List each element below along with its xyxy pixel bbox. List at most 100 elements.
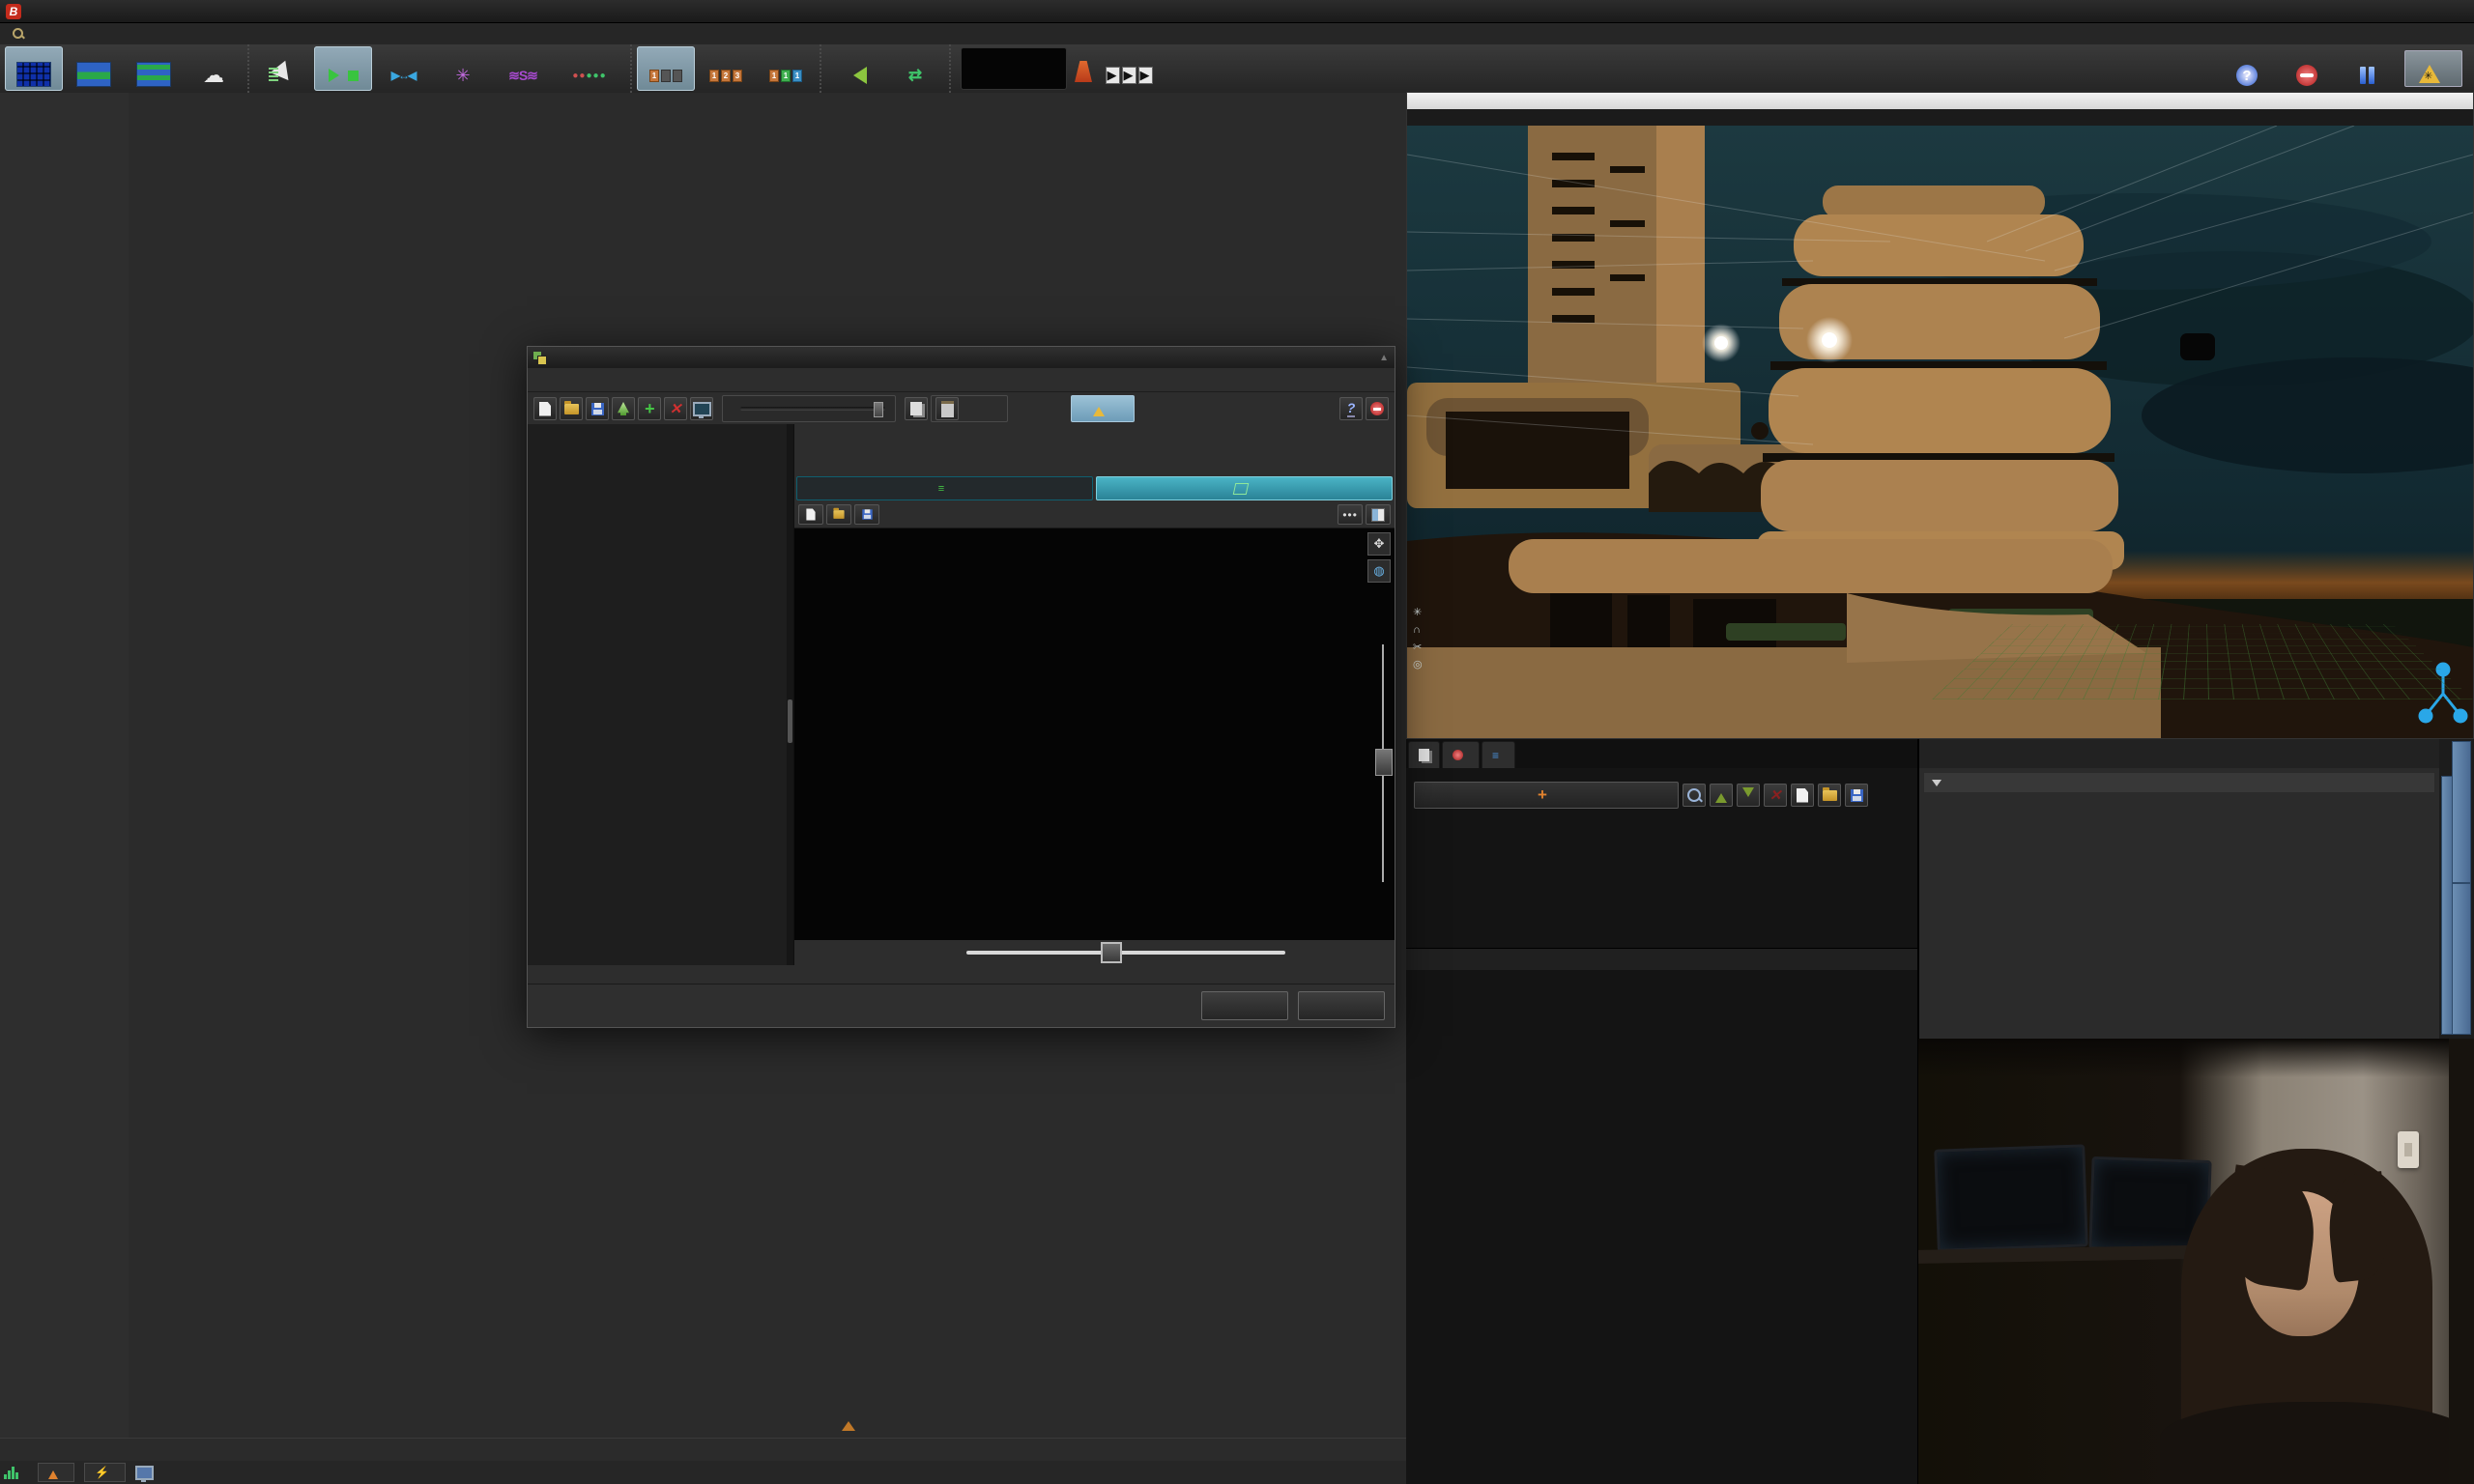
virtual-lj-icon: ▶▶▶ — [1112, 64, 1145, 87]
notification-center-tab[interactable] — [1442, 741, 1480, 768]
copy-page-button[interactable] — [1408, 741, 1440, 768]
zone-settings-pane: ≡ ••• — [794, 424, 1395, 965]
master-slider-outer[interactable] — [2452, 741, 2471, 1035]
copy-gc-button[interactable] — [905, 397, 928, 420]
free-form-mesh-button[interactable] — [1096, 476, 1393, 500]
groups-button[interactable]: 111 — [757, 46, 815, 91]
flash-solo-button[interactable]: ≋S≋ — [494, 46, 552, 91]
presenter-person — [2160, 1131, 2474, 1484]
playlist-mode-button[interactable] — [125, 46, 183, 91]
target-icon[interactable]: ◎ — [1413, 660, 1423, 671]
check-status-button[interactable] — [38, 1463, 74, 1482]
effect-actions-row: + ✕ — [1406, 780, 1917, 811]
restart-mode-button[interactable]: ▶↔◀ — [374, 46, 432, 91]
collapse-triangle-icon — [1932, 780, 1942, 791]
move-up-button[interactable] — [1710, 784, 1733, 807]
open-effect-button[interactable] — [1818, 784, 1841, 807]
warning-icon — [48, 1466, 58, 1479]
move-down-button[interactable] — [1737, 784, 1760, 807]
mesh-more-button[interactable]: ••• — [1338, 504, 1363, 525]
transition-button[interactable]: ●●●●● — [554, 46, 625, 91]
paste-gc-button[interactable] — [935, 397, 959, 420]
brightness-slider-handle[interactable] — [874, 402, 883, 417]
one-cue-icon: 1 — [649, 64, 682, 87]
lamp-icon[interactable]: ∩ — [1413, 625, 1423, 636]
fixture-tab[interactable]: ≡ — [1482, 741, 1515, 768]
blackout-button[interactable] — [2278, 46, 2336, 91]
project-view-titlebar[interactable] — [1407, 93, 2473, 109]
back-button[interactable] — [826, 46, 884, 91]
mesh-edit-canvas[interactable]: ✥ ◍ — [794, 528, 1395, 940]
universal-geometric-correction-button[interactable]: ≡ — [796, 476, 1093, 500]
select-tool-button[interactable] — [254, 46, 312, 91]
mesh-new-button[interactable] — [798, 504, 823, 525]
grid-mode-button[interactable] — [5, 46, 63, 91]
zoom-tool-icon[interactable]: ◍ — [1367, 559, 1391, 583]
cancel-button[interactable] — [1298, 991, 1385, 1020]
brightness-control[interactable] — [722, 395, 896, 422]
mesh-vertical-slider[interactable] — [1382, 644, 1384, 882]
disable-laser-output-button[interactable] — [2404, 50, 2462, 87]
playlist-icon — [136, 62, 171, 87]
mesh-save-button[interactable] — [854, 504, 879, 525]
app-logo-icon: B — [6, 4, 21, 19]
notification-icon — [1453, 750, 1463, 760]
dialog-footer — [528, 984, 1395, 1027]
mesh-slider-handle[interactable] — [1375, 749, 1393, 776]
new-effect-button[interactable] — [1791, 784, 1814, 807]
toggle-mode-button[interactable] — [314, 46, 372, 91]
metronome-icon[interactable] — [1075, 61, 1092, 82]
search-icon[interactable] — [12, 27, 25, 41]
mesh-zoom-row — [794, 940, 1395, 965]
zone-list-scrollbar[interactable] — [787, 424, 793, 965]
virtual-lj-button[interactable]: ▶▶▶ — [1097, 46, 1161, 91]
mesh-open-button[interactable] — [826, 504, 851, 525]
help-button[interactable]: ? — [2218, 46, 2276, 91]
timeline-mode-button[interactable] — [65, 46, 123, 91]
tcp-status-button[interactable]: ⚡ — [84, 1463, 126, 1482]
title-bar: B — [0, 0, 2474, 23]
show-it-now-button[interactable] — [1071, 395, 1135, 422]
brightness-slider[interactable] — [740, 407, 885, 411]
dialog-blackout-button[interactable] — [1366, 397, 1389, 420]
swap-button[interactable]: ⇄ — [886, 46, 944, 91]
multi-cue-button[interactable]: 123 — [697, 46, 755, 91]
dialog-help-button[interactable]: ? — [1339, 397, 1363, 420]
pause-icon — [2350, 64, 2383, 87]
export-zones-button[interactable] — [612, 397, 635, 420]
flash-mode-button[interactable]: ✳ — [434, 46, 492, 91]
delete-zone-button[interactable]: ✕ — [664, 397, 687, 420]
save-zones-button[interactable] — [586, 397, 609, 420]
bpm-display[interactable] — [961, 47, 1067, 90]
one-cue-button[interactable]: 1 — [637, 46, 695, 91]
limiters-section-header[interactable] — [1923, 772, 2435, 793]
dialog-toolbar: + ✕ ? — [528, 392, 1395, 426]
timeline-icon — [76, 62, 111, 87]
dialog-pin-icon[interactable]: ▲ — [1379, 353, 1389, 363]
ok-button[interactable] — [1201, 991, 1288, 1020]
pause-button[interactable] — [2338, 46, 2396, 91]
add-zone-button[interactable]: + — [638, 397, 661, 420]
save-effect-button[interactable] — [1845, 784, 1868, 807]
delete-effect-button[interactable]: ✕ — [1764, 784, 1787, 807]
cloud-button[interactable]: ☁ — [185, 46, 243, 91]
pages-icon — [1419, 749, 1429, 761]
sun-icon[interactable]: ✳ — [1413, 608, 1423, 618]
mesh-zoom-slider[interactable] — [966, 951, 1285, 955]
open-zones-button[interactable] — [560, 397, 583, 420]
mesh-zoom-handle[interactable] — [1101, 942, 1122, 963]
dialog-titlebar[interactable]: ▲ — [528, 347, 1395, 368]
zone-monitor-button[interactable] — [690, 397, 713, 420]
mesh-columns-button[interactable] — [1366, 504, 1391, 525]
dynamics-tabs — [1919, 739, 2439, 768]
laser-warning-icon — [2419, 54, 2440, 83]
cut-icon[interactable]: ✂ — [1413, 642, 1423, 653]
pan-tool-icon[interactable]: ✥ — [1367, 532, 1391, 556]
display-status-icon[interactable] — [135, 1466, 154, 1480]
search-effect-button[interactable] — [1683, 784, 1706, 807]
add-effect-button[interactable]: + — [1414, 782, 1679, 809]
levels-icon — [4, 1466, 18, 1479]
preview-3d-canvas[interactable]: ✳ ∩ ✂ ◎ — [1407, 126, 2473, 738]
new-zones-button[interactable] — [533, 397, 557, 420]
collapse-arrow-icon[interactable] — [842, 1414, 855, 1431]
